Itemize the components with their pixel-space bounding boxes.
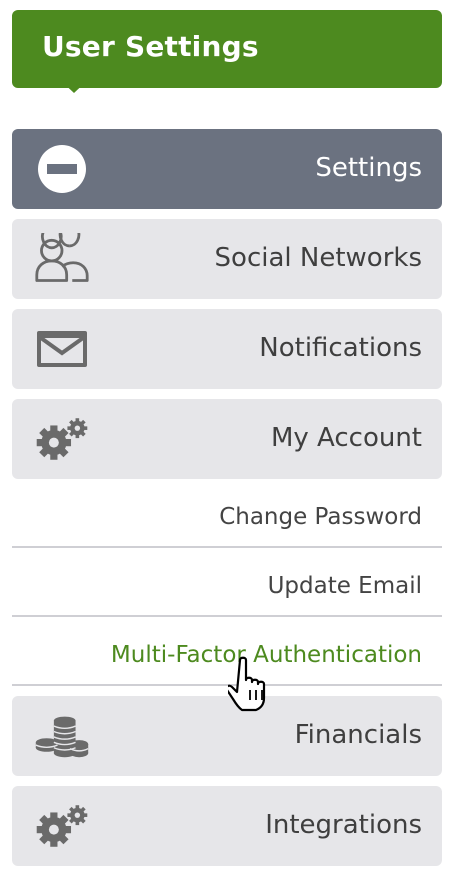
header-pointer-arrow bbox=[58, 78, 90, 93]
menu-item-settings-label: Settings bbox=[315, 153, 422, 183]
menu-item-settings[interactable]: Settings bbox=[12, 129, 442, 209]
menu-item-social-networks-label: Social Networks bbox=[214, 243, 422, 273]
user-settings-header: User Settings bbox=[12, 10, 442, 88]
menu-item-my-account-label: My Account bbox=[270, 423, 422, 453]
menu-item-integrations[interactable]: Integrations bbox=[12, 786, 442, 866]
submenu-item-change-password-label: Change Password bbox=[219, 504, 422, 530]
gears-icon bbox=[34, 801, 90, 851]
envelope-icon bbox=[34, 324, 90, 374]
menu-item-integrations-label: Integrations bbox=[265, 810, 422, 840]
submenu-item-update-email[interactable]: Update Email bbox=[12, 549, 442, 617]
submenu-item-multi-factor-authentication[interactable]: Multi-Factor Authentication bbox=[12, 618, 442, 686]
gears-icon bbox=[34, 414, 90, 464]
submenu-item-update-email-label: Update Email bbox=[267, 573, 422, 599]
coins-icon bbox=[34, 711, 90, 761]
menu-item-financials-label: Financials bbox=[294, 720, 422, 750]
minus-circle-icon bbox=[34, 144, 90, 194]
menu-item-my-account[interactable]: My Account bbox=[12, 399, 442, 479]
users-icon bbox=[34, 233, 90, 284]
menu-item-social-networks[interactable]: Social Networks bbox=[12, 219, 442, 299]
menu-item-financials[interactable]: Financials bbox=[12, 696, 442, 776]
menu-item-notifications[interactable]: Notifications bbox=[12, 309, 442, 389]
page-title: User Settings bbox=[42, 30, 259, 63]
submenu-item-multi-factor-authentication-label: Multi-Factor Authentication bbox=[110, 642, 422, 668]
menu-item-notifications-label: Notifications bbox=[259, 333, 422, 363]
submenu-item-change-password[interactable]: Change Password bbox=[12, 480, 442, 548]
